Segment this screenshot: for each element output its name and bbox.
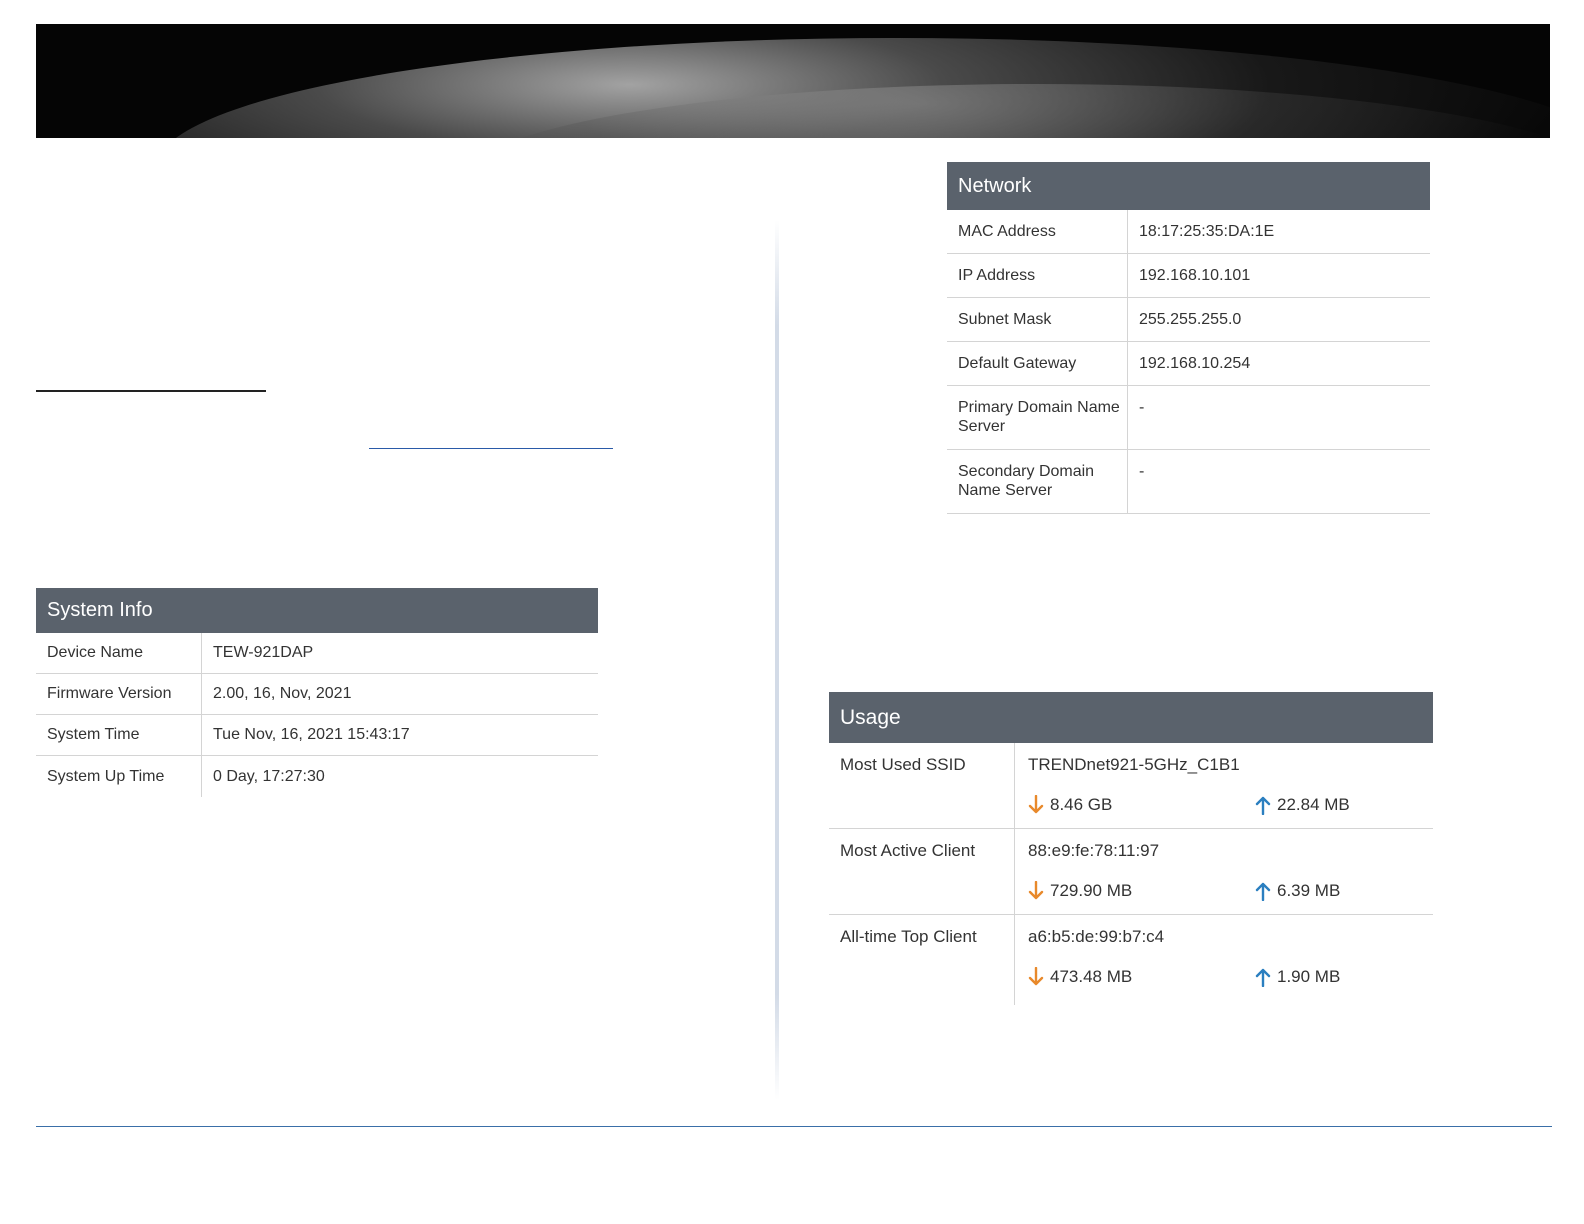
- subnet-mask-label: Subnet Mask: [947, 298, 1128, 341]
- arrow-up-icon: [1255, 968, 1271, 987]
- firmware-version-label: Firmware Version: [36, 674, 202, 714]
- primary-dns-value: -: [1139, 399, 1145, 416]
- default-gateway-label: Default Gateway: [947, 342, 1128, 385]
- all-time-top-client-label: All-time Top Client: [829, 915, 1015, 1005]
- link-underline: [369, 448, 613, 449]
- table-row: System Time Tue Nov, 16, 2021 15:43:17: [36, 715, 598, 756]
- column-divider: [775, 220, 779, 1100]
- table-row: Subnet Mask 255.255.255.0: [947, 298, 1430, 342]
- network-title: Network: [947, 162, 1430, 210]
- footer-rule: [36, 1126, 1552, 1127]
- all-time-top-client-value: a6:b5:de:99:b7:c4: [1028, 927, 1165, 946]
- most-used-ssid-value: TRENDnet921-5GHz_C1B1: [1028, 755, 1240, 774]
- upload-stat: 22.84 MB: [1255, 795, 1350, 815]
- mac-address-value: 18:17:25:35:DA:1E: [1139, 223, 1275, 240]
- usage-title: Usage: [829, 692, 1433, 743]
- download-value: 473.48 MB: [1050, 967, 1133, 986]
- network-panel: Network MAC Address 18:17:25:35:DA:1E IP…: [947, 162, 1430, 514]
- table-row: MAC Address 18:17:25:35:DA:1E: [947, 210, 1430, 254]
- table-row: System Up Time 0 Day, 17:27:30: [36, 756, 598, 797]
- arrow-down-icon: [1028, 795, 1044, 814]
- ip-address-value: 192.168.10.101: [1139, 267, 1251, 284]
- system-info-title: System Info: [36, 588, 598, 633]
- table-row: IP Address 192.168.10.101: [947, 254, 1430, 298]
- download-value: 8.46 GB: [1050, 795, 1113, 814]
- download-stat: 729.90 MB: [1028, 881, 1132, 901]
- subnet-mask-value: 255.255.255.0: [1139, 311, 1242, 328]
- firmware-version-value: 2.00, 16, Nov, 2021: [213, 685, 352, 702]
- primary-dns-label: Primary Domain Name Server: [947, 386, 1128, 449]
- default-gateway-value: 192.168.10.254: [1139, 355, 1251, 372]
- system-up-time-value: 0 Day, 17:27:30: [213, 767, 325, 785]
- most-used-ssid-cell: TRENDnet921-5GHz_C1B1 8.46 GB 22.84 MB: [1015, 743, 1433, 828]
- system-time-label: System Time: [36, 715, 202, 755]
- upload-stat: 6.39 MB: [1255, 881, 1340, 901]
- table-row: Default Gateway 192.168.10.254: [947, 342, 1430, 386]
- table-row: All-time Top Client a6:b5:de:99:b7:c4 47…: [829, 915, 1433, 1005]
- arrow-up-icon: [1255, 796, 1271, 815]
- table-row: Most Active Client 88:e9:fe:78:11:97 729…: [829, 829, 1433, 915]
- system-time-value: Tue Nov, 16, 2021 15:43:17: [213, 726, 410, 743]
- table-row: Device Name TEW-921DAP: [36, 633, 598, 674]
- system-up-time-label: System Up Time: [36, 756, 202, 797]
- section-underline: [36, 390, 266, 392]
- download-value: 729.90 MB: [1050, 881, 1133, 900]
- usage-panel: Usage Most Used SSID TRENDnet921-5GHz_C1…: [829, 692, 1433, 1005]
- table-row: Primary Domain Name Server -: [947, 386, 1430, 450]
- most-active-client-value: 88:e9:fe:78:11:97: [1028, 841, 1160, 860]
- most-used-ssid-label: Most Used SSID: [829, 743, 1015, 828]
- arrow-up-icon: [1255, 882, 1271, 901]
- most-active-client-cell: 88:e9:fe:78:11:97 729.90 MB 6.39 MB: [1015, 829, 1433, 914]
- upload-value: 22.84 MB: [1277, 795, 1350, 814]
- secondary-dns-value: -: [1139, 463, 1145, 480]
- upload-stat: 1.90 MB: [1255, 967, 1340, 987]
- most-active-client-label: Most Active Client: [829, 829, 1015, 914]
- secondary-dns-label: Secondary Domain Name Server: [947, 450, 1128, 513]
- arrow-down-icon: [1028, 881, 1044, 900]
- header-banner: [36, 24, 1550, 138]
- download-stat: 8.46 GB: [1028, 795, 1112, 815]
- system-info-panel: System Info Device Name TEW-921DAP Firmw…: [36, 588, 598, 797]
- upload-value: 1.90 MB: [1277, 967, 1341, 986]
- table-row: Most Used SSID TRENDnet921-5GHz_C1B1 8.4…: [829, 743, 1433, 829]
- arrow-down-icon: [1028, 967, 1044, 986]
- device-name-value: TEW-921DAP: [213, 644, 314, 661]
- upload-value: 6.39 MB: [1277, 881, 1341, 900]
- table-row: Firmware Version 2.00, 16, Nov, 2021: [36, 674, 598, 715]
- device-name-label: Device Name: [36, 633, 202, 673]
- download-stat: 473.48 MB: [1028, 967, 1132, 987]
- mac-address-label: MAC Address: [947, 210, 1128, 253]
- ip-address-label: IP Address: [947, 254, 1128, 297]
- table-row: Secondary Domain Name Server -: [947, 450, 1430, 514]
- all-time-top-client-cell: a6:b5:de:99:b7:c4 473.48 MB 1.90 MB: [1015, 915, 1433, 1005]
